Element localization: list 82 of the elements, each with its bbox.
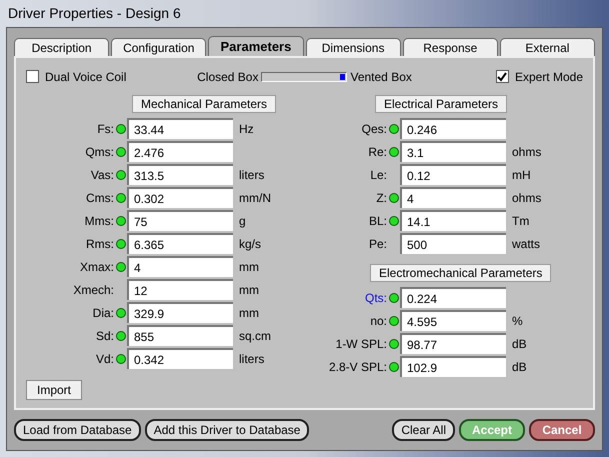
unit-label: liters (239, 350, 264, 368)
checkbox-label: Expert Mode (514, 68, 583, 86)
tab[interactable]: Description (14, 38, 110, 56)
footer-button[interactable]: Add this Driver to Database (144, 419, 310, 441)
param-label: Mms: (84, 212, 114, 230)
param-field[interactable]: 4.595 (400, 310, 506, 331)
param-field[interactable]: 2.476 (127, 141, 233, 162)
param-field[interactable]: 98.77 (400, 333, 506, 354)
param-label: Qms: (84, 144, 114, 160)
param-label: Fs: (96, 120, 114, 138)
unit-label: mm (239, 282, 259, 298)
param-field[interactable]: 6.365 (127, 233, 233, 254)
unit-label: g (239, 212, 246, 230)
unit-label: Tm (512, 212, 530, 230)
param-label: Xmax: (78, 258, 114, 276)
param-field[interactable]: 0.12 (400, 164, 506, 185)
unit-label: dB (512, 358, 527, 376)
section-header: Electromechanical Parameters (370, 264, 552, 282)
param-field[interactable]: 0.342 (127, 348, 233, 369)
tab[interactable]: External (500, 38, 596, 56)
param-field[interactable]: 3.1 (400, 141, 506, 162)
footer-button[interactable]: Load from Database (14, 419, 141, 441)
param-label: Qts: (364, 290, 387, 306)
param-label: BL: (368, 212, 387, 230)
param-label: Xmech: (72, 282, 114, 298)
param-field[interactable]: 12 (127, 279, 233, 300)
checkbox[interactable] (496, 70, 509, 83)
param-field[interactable]: 14.1 (400, 210, 506, 231)
param-field[interactable]: 4 (127, 256, 233, 277)
param-label: 1-W SPL: (334, 336, 387, 352)
footer-button[interactable]: Cancel (529, 419, 595, 441)
checkbox-label: Dual Voice Coil (45, 68, 126, 86)
param-label: Vd: (94, 350, 114, 368)
slider-label: Closed Box (197, 68, 258, 86)
window-title: Driver Properties - Design 6 (7, 4, 182, 23)
import-button[interactable]: Import (26, 380, 82, 400)
slider-thumb[interactable] (340, 74, 346, 80)
param-label: Cms: (85, 190, 114, 206)
tab[interactable]: Response (402, 38, 498, 56)
param-field[interactable]: 102.9 (400, 356, 506, 377)
param-label: Rms: (85, 236, 114, 252)
unit-label: sq.cm (239, 328, 272, 344)
param-field[interactable]: 0.246 (400, 118, 506, 139)
param-label: 2.8-V SPL: (328, 358, 387, 376)
param-field[interactable]: 0.224 (400, 287, 506, 308)
param-field[interactable]: 0.302 (127, 187, 233, 208)
param-label: Dia: (92, 304, 114, 322)
param-label: Sd: (94, 328, 114, 344)
param-label: Pe: (368, 236, 387, 252)
tab[interactable]: Configuration (111, 38, 206, 56)
tab[interactable]: Dimensions (306, 38, 401, 56)
param-label: Qes: (360, 120, 387, 138)
param-field[interactable]: 855 (127, 325, 233, 346)
unit-label: dB (512, 336, 527, 352)
unit-label: watts (512, 236, 540, 252)
unit-label: kg/s (239, 236, 262, 252)
param-label: Re: (367, 144, 387, 160)
slider-label: Vented Box (350, 68, 412, 86)
unit-label: Hz (239, 120, 254, 138)
footer-button[interactable]: Clear All (392, 419, 455, 441)
checkbox[interactable] (26, 70, 39, 83)
param-field[interactable]: 313.5 (127, 164, 233, 185)
unit-label: ohms (512, 190, 542, 206)
unit-label: liters (239, 166, 264, 184)
param-label: Le: (369, 166, 387, 184)
unit-label: % (512, 312, 523, 330)
param-field[interactable]: 4 (400, 187, 506, 208)
unit-label: ohms (512, 144, 542, 160)
unit-label: mm (239, 304, 259, 322)
section-header: Electrical Parameters (375, 95, 508, 113)
unit-label: mm/N (239, 190, 271, 206)
param-label: no: (369, 312, 387, 330)
param-field[interactable]: 33.44 (127, 118, 233, 139)
section-header: Mechanical Parameters (132, 95, 276, 113)
param-field[interactable]: 500 (400, 233, 506, 254)
unit-label: mH (512, 166, 531, 184)
unit-label: mm (239, 258, 259, 276)
tab[interactable]: Parameters (208, 36, 304, 56)
param-field[interactable]: 329.9 (127, 302, 233, 323)
param-label: Z: (375, 190, 387, 206)
param-field[interactable]: 75 (127, 210, 233, 231)
param-label: Vas: (90, 166, 114, 184)
